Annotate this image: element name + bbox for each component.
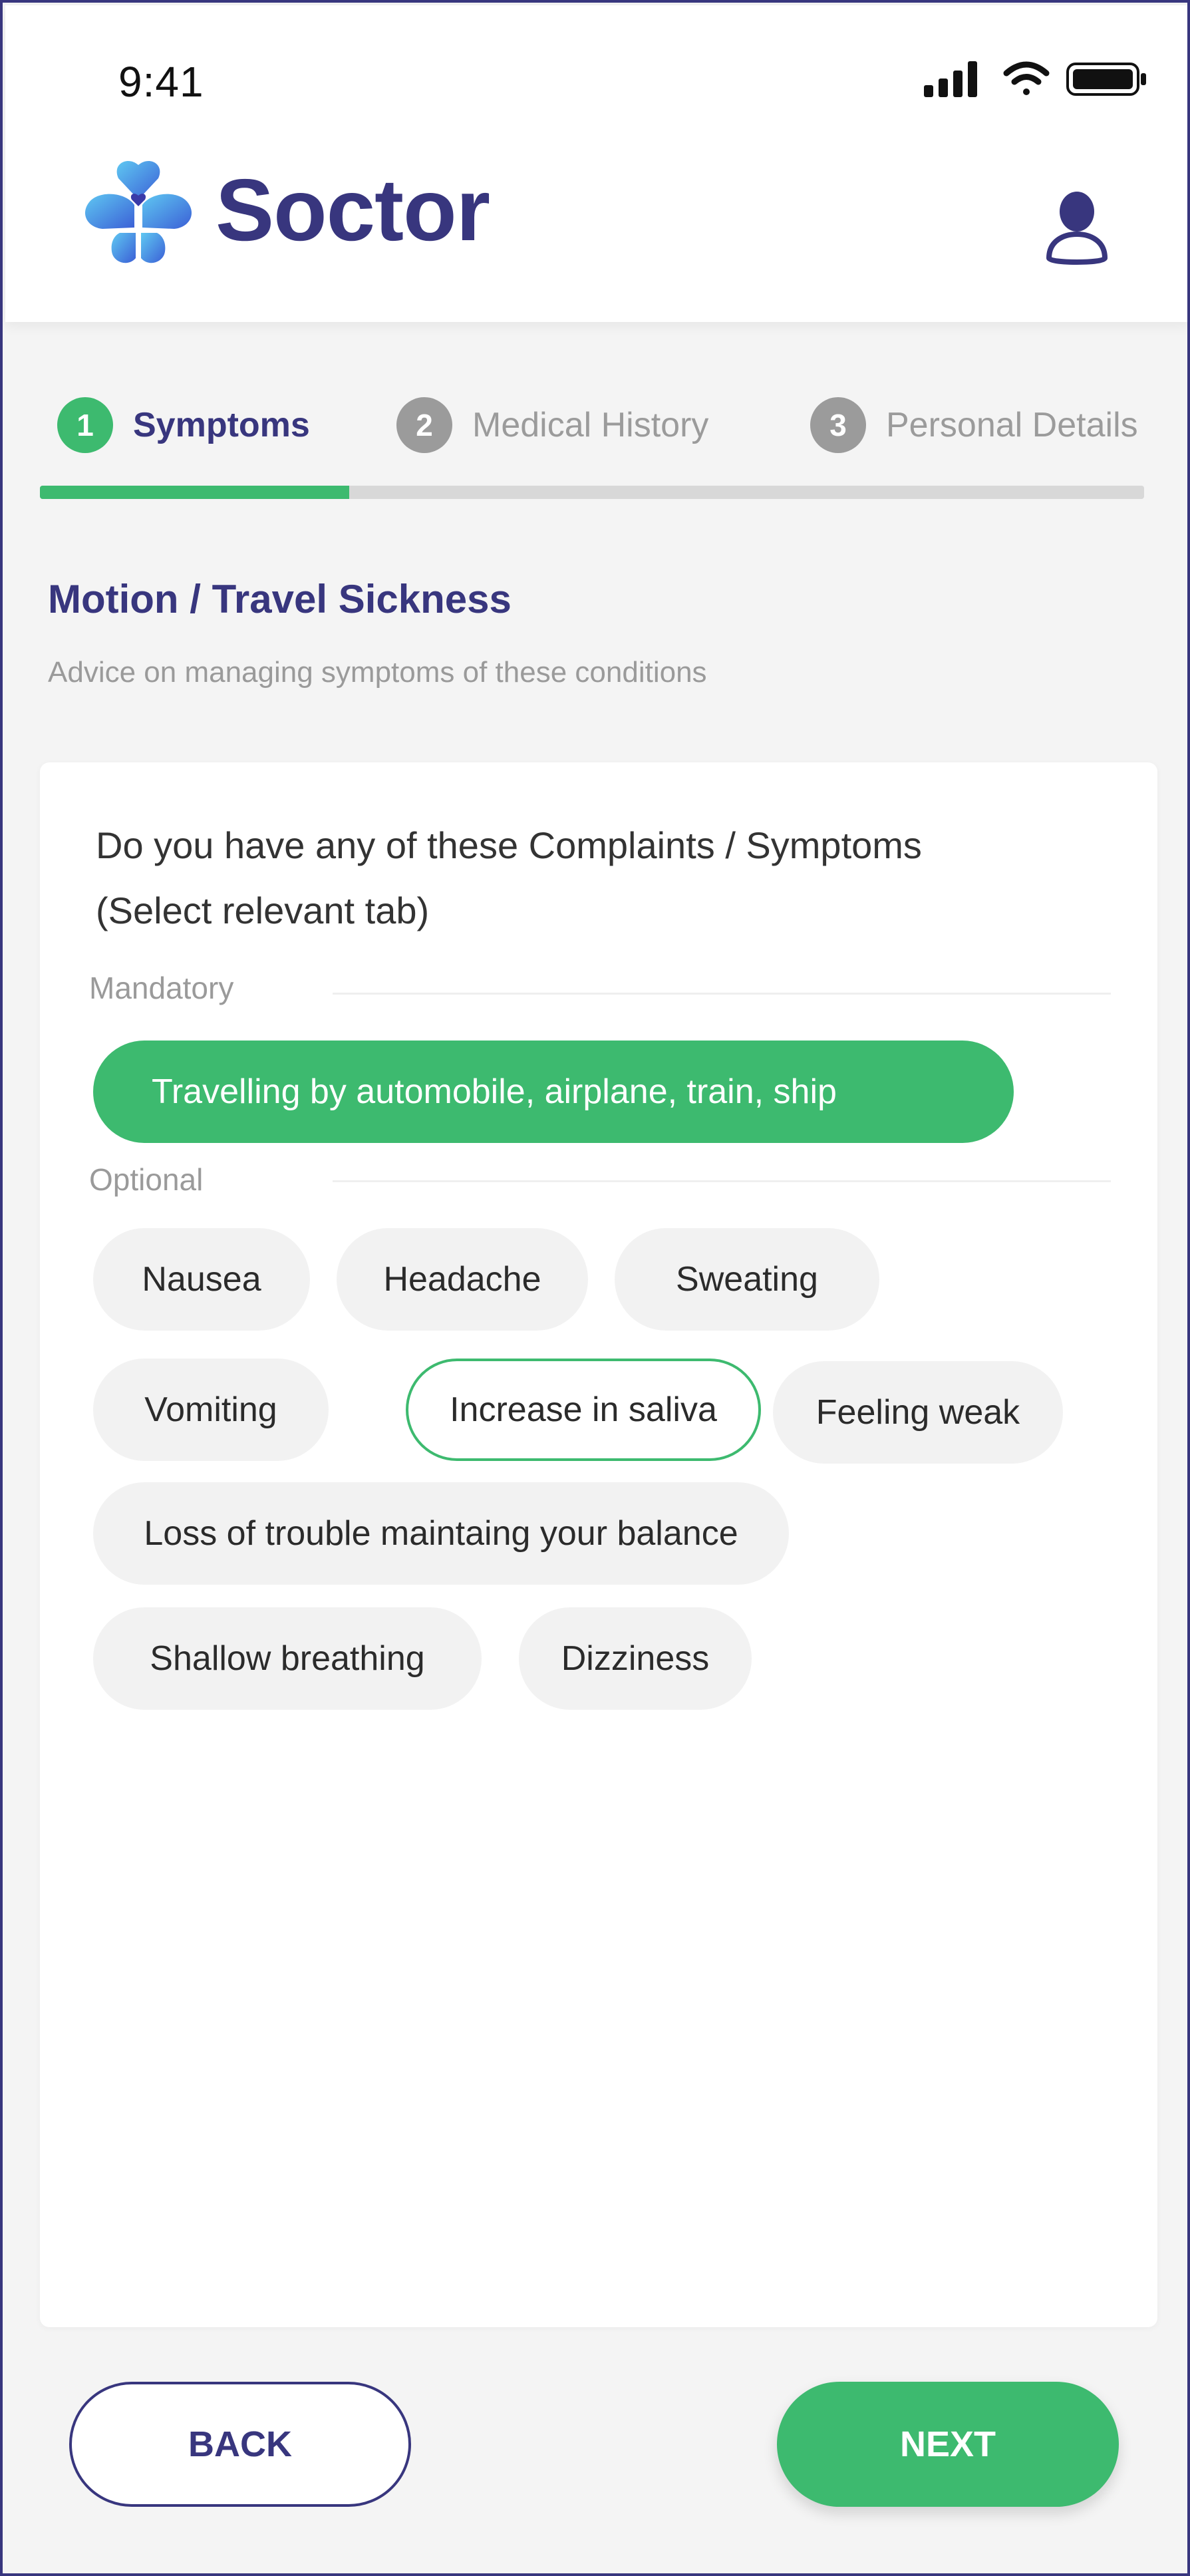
step-label: Personal Details xyxy=(886,406,1138,444)
chip-dizziness[interactable]: Dizziness xyxy=(519,1607,752,1710)
symptoms-card: Do you have any of these Complaints / Sy… xyxy=(40,762,1157,2327)
step-number: 2 xyxy=(396,397,452,453)
battery-icon xyxy=(1066,63,1146,96)
step-personal-details[interactable]: 3 Personal Details xyxy=(810,395,1138,455)
chip-shallow-breathing[interactable]: Shallow breathing xyxy=(93,1607,482,1710)
chip-headache[interactable]: Headache xyxy=(337,1228,588,1331)
step-number: 3 xyxy=(810,397,866,453)
step-number: 1 xyxy=(57,397,113,453)
chip-increase-in-saliva[interactable]: Increase in saliva xyxy=(406,1359,761,1461)
page-subtitle: Advice on managing symptoms of these con… xyxy=(48,656,707,689)
back-button[interactable]: BACK xyxy=(69,2382,411,2507)
step-label: Symptoms xyxy=(133,406,310,444)
step-label: Medical History xyxy=(472,406,709,444)
question-text: Do you have any of these Complaints / Sy… xyxy=(96,813,1094,943)
wifi-icon xyxy=(1003,61,1050,95)
question-line: Do you have any of these Complaints / Sy… xyxy=(96,824,922,866)
chip-loss-of-balance[interactable]: Loss of trouble maintaing your balance xyxy=(93,1482,789,1585)
question-hint: (Select relevant tab) xyxy=(96,889,430,931)
app-screen: 9:41 Soctor 1 Symptoms 2 Medical History… xyxy=(0,0,1190,2576)
progress-bar xyxy=(40,486,1144,499)
next-button[interactable]: NEXT xyxy=(777,2382,1119,2507)
mandatory-chip[interactable]: Travelling by automobile, airplane, trai… xyxy=(93,1041,1014,1143)
brand-name: Soctor xyxy=(216,161,490,259)
signal-icon xyxy=(924,61,977,97)
status-icons xyxy=(924,59,1150,98)
status-time: 9:41 xyxy=(118,58,204,106)
page-title: Motion / Travel Sickness xyxy=(48,577,512,621)
chip-nausea[interactable]: Nausea xyxy=(93,1228,310,1331)
mandatory-label: Mandatory xyxy=(89,971,234,1005)
chip-feeling-weak[interactable]: Feeling weak xyxy=(773,1361,1063,1464)
app-header: 9:41 Soctor xyxy=(5,5,1187,322)
step-symptoms[interactable]: 1 Symptoms xyxy=(57,395,310,455)
chip-sweating[interactable]: Sweating xyxy=(615,1228,879,1331)
step-medical-history[interactable]: 2 Medical History xyxy=(396,395,708,455)
progress-fill xyxy=(40,486,349,499)
user-icon[interactable] xyxy=(1044,189,1110,266)
optional-label: Optional xyxy=(89,1162,204,1197)
chip-vomiting[interactable]: Vomiting xyxy=(93,1359,329,1461)
progress-stepper: 1 Symptoms 2 Medical History 3 Personal … xyxy=(40,395,1144,455)
hearts-clover-logo xyxy=(78,158,198,271)
section-divider xyxy=(333,1180,1111,1182)
section-divider xyxy=(333,993,1111,995)
